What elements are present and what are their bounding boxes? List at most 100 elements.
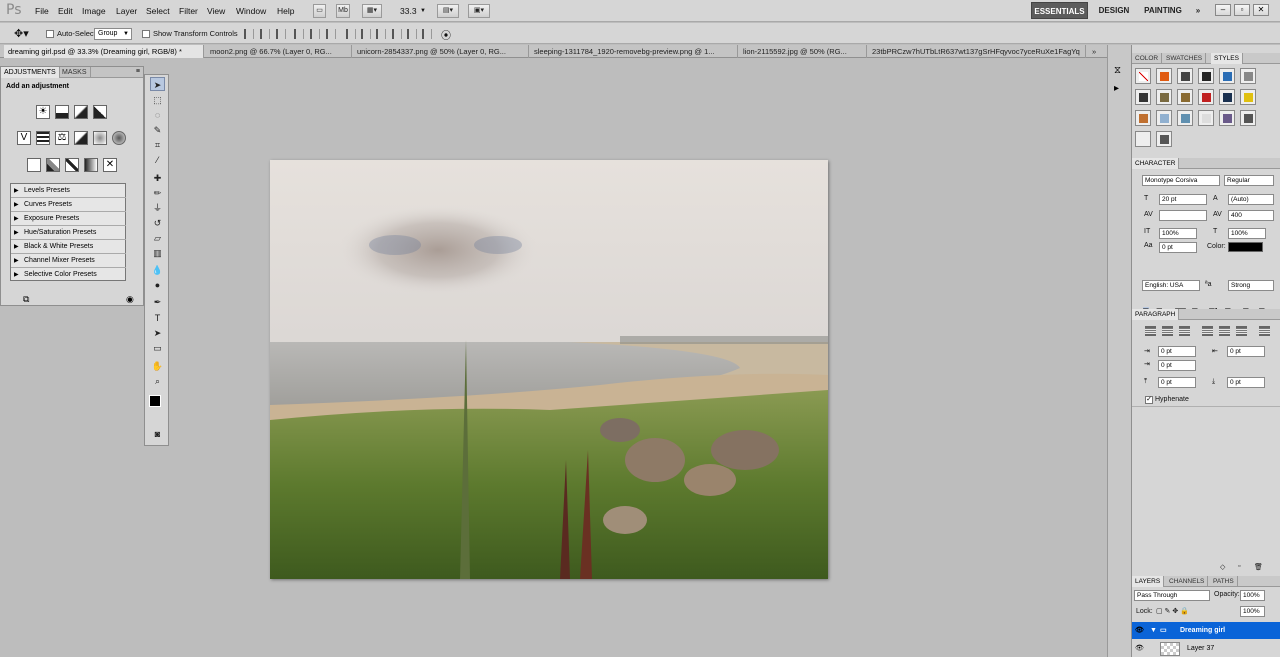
- indent-right-field[interactable]: 0 pt: [1227, 346, 1265, 357]
- new-style-icon[interactable]: ◇: [1220, 563, 1225, 571]
- actions-panel-icon[interactable]: ▸: [1114, 83, 1119, 94]
- show-transform-checkbox[interactable]: [142, 30, 150, 38]
- justify-last-right-icon[interactable]: [1236, 326, 1247, 336]
- style-swatch[interactable]: [1177, 110, 1193, 126]
- workspace-design[interactable]: DESIGN: [1094, 2, 1134, 19]
- leading-field[interactable]: (Auto): [1228, 194, 1274, 205]
- style-swatch[interactable]: [1240, 89, 1256, 105]
- arrange-documents-icon[interactable]: ▤▾: [437, 4, 459, 18]
- align-right-icon[interactable]: [326, 29, 336, 39]
- zoom-level[interactable]: 33.3: [400, 6, 417, 16]
- layer-row-dreaming-girl[interactable]: 👁 ▼ ▭ Dreaming girl: [1132, 622, 1280, 639]
- tab-sleeping[interactable]: sleeping-1311784_1920-removebg-preview.p…: [530, 45, 738, 58]
- mini-bridge-icon[interactable]: Mb: [336, 4, 350, 18]
- justify-last-center-icon[interactable]: [1219, 326, 1230, 336]
- brush-tool-icon[interactable]: ✏: [150, 186, 165, 200]
- align-left-icon[interactable]: [294, 29, 304, 39]
- list-item[interactable]: ▶ Exposure Presets: [11, 212, 126, 226]
- vibrance-icon[interactable]: V: [17, 131, 31, 145]
- style-none[interactable]: [1135, 68, 1151, 84]
- view-extras-icon[interactable]: ▦▾: [362, 4, 382, 18]
- tab-moon2[interactable]: moon2.png @ 66.7% (Layer 0, RG...: [206, 45, 352, 58]
- workspace-essentials[interactable]: ESSENTIALS: [1031, 2, 1088, 19]
- tab-23tb[interactable]: 23tbPRCzw7hUTbLtR637wt137gSrHFqyvoc7yceR…: [868, 45, 1086, 58]
- clip-to-layer-icon[interactable]: ⧉: [23, 294, 29, 305]
- character-title[interactable]: CHARACTER: [1132, 158, 1180, 169]
- list-item[interactable]: ▶ Channel Mixer Presets: [11, 254, 126, 268]
- more-tabs-icon[interactable]: »: [1090, 45, 1104, 58]
- levels-icon[interactable]: [55, 105, 69, 119]
- photo-filter-icon[interactable]: [93, 131, 107, 145]
- vertical-scale-field[interactable]: 100%: [1159, 228, 1197, 239]
- lasso-tool-icon[interactable]: ◌: [150, 108, 165, 122]
- tab-layers[interactable]: LAYERS: [1132, 576, 1165, 587]
- align-left-text-icon[interactable]: [1145, 326, 1156, 336]
- align-top-icon[interactable]: [244, 29, 254, 39]
- distribute-hcenter-icon[interactable]: [407, 29, 417, 39]
- quick-selection-icon[interactable]: ✎: [150, 123, 165, 137]
- distribute-left-icon[interactable]: [392, 29, 402, 39]
- workspace-painting[interactable]: PAINTING: [1140, 2, 1186, 19]
- chevron-down-icon[interactable]: ▼: [420, 8, 426, 14]
- hyphenate-checkbox[interactable]: ✓: [1145, 396, 1153, 404]
- quick-mask-icon[interactable]: ◙: [150, 427, 165, 441]
- minimize-icon[interactable]: –: [1215, 4, 1231, 16]
- distribute-bottom-icon[interactable]: [376, 29, 386, 39]
- style-swatch[interactable]: [1177, 68, 1193, 84]
- gradient-tool-icon[interactable]: ▥: [150, 246, 165, 260]
- align-vcenter-icon[interactable]: [260, 29, 270, 39]
- marquee-tool-icon[interactable]: ⬚: [150, 93, 165, 107]
- tab-unicorn[interactable]: unicorn-2854337.png @ 50% (Layer 0, RG..…: [353, 45, 529, 58]
- menu-filter[interactable]: Filter: [179, 6, 198, 16]
- invert-icon[interactable]: [27, 158, 41, 172]
- indent-left-field[interactable]: 0 pt: [1158, 346, 1196, 357]
- menu-image[interactable]: Image: [82, 6, 106, 16]
- kerning-field[interactable]: [1159, 210, 1207, 221]
- font-family-dropdown[interactable]: Monotype Corsiva: [1142, 175, 1220, 186]
- eraser-tool-icon[interactable]: ▱: [150, 231, 165, 245]
- move-tool-icon[interactable]: ✥▾: [14, 27, 29, 40]
- menu-file[interactable]: File: [35, 6, 49, 16]
- lock-icons[interactable]: ▢ ✎ ✥ 🔒: [1156, 607, 1189, 615]
- distribute-top-icon[interactable]: [346, 29, 356, 39]
- style-swatch[interactable]: [1135, 89, 1151, 105]
- channel-mixer-icon[interactable]: [112, 131, 126, 145]
- style-swatch[interactable]: [1135, 131, 1151, 147]
- zoom-tool-icon[interactable]: ⌕: [150, 374, 165, 388]
- blur-tool-icon[interactable]: 💧: [150, 263, 165, 277]
- style-swatch[interactable]: [1219, 89, 1235, 105]
- tab-styles[interactable]: STYLES: [1211, 53, 1243, 64]
- eyedropper-icon[interactable]: ⁄: [150, 153, 165, 167]
- align-bottom-icon[interactable]: [276, 29, 286, 39]
- gradient-map-icon[interactable]: [84, 158, 98, 172]
- align-hcenter-icon[interactable]: [310, 29, 320, 39]
- layer-visibility-icon[interactable]: ◉: [126, 294, 134, 305]
- auto-select-dropdown[interactable]: Group ▼: [94, 28, 132, 40]
- hue-saturation-icon[interactable]: [36, 131, 50, 145]
- shape-tool-icon[interactable]: ▭: [150, 341, 165, 355]
- baseline-field[interactable]: 0 pt: [1159, 242, 1197, 253]
- color-balance-icon[interactable]: ⚖: [55, 131, 69, 145]
- list-item[interactable]: ▶ Selective Color Presets: [11, 268, 126, 282]
- launch-bridge-icon[interactable]: ▭: [313, 4, 326, 18]
- document-canvas[interactable]: [270, 160, 828, 579]
- eye-icon[interactable]: 👁: [1135, 622, 1144, 639]
- space-after-field[interactable]: 0 pt: [1227, 377, 1265, 388]
- tab-color[interactable]: COLOR: [1132, 53, 1163, 64]
- style-swatch[interactable]: [1156, 131, 1172, 147]
- path-selection-icon[interactable]: ➤: [150, 326, 165, 340]
- new-item-icon[interactable]: ▫: [1238, 563, 1240, 570]
- tab-lion[interactable]: lion-2115592.jpg @ 50% (RG...: [739, 45, 867, 58]
- font-size-field[interactable]: 20 pt: [1159, 194, 1207, 205]
- menu-view[interactable]: View: [207, 6, 225, 16]
- space-before-field[interactable]: 0 pt: [1158, 377, 1196, 388]
- align-right-text-icon[interactable]: [1179, 326, 1190, 336]
- distribute-right-icon[interactable]: [422, 29, 432, 39]
- horizontal-scale-field[interactable]: 100%: [1228, 228, 1266, 239]
- restore-icon[interactable]: ▫: [1234, 4, 1250, 16]
- history-brush-icon[interactable]: ↺: [150, 216, 165, 230]
- antialias-dropdown[interactable]: Strong: [1228, 280, 1274, 291]
- posterize-icon[interactable]: [46, 158, 60, 172]
- paragraph-title[interactable]: PARAGRAPH: [1132, 309, 1180, 320]
- tab-dreaming-girl[interactable]: dreaming girl.psd @ 33.3% (Dreaming girl…: [4, 45, 204, 58]
